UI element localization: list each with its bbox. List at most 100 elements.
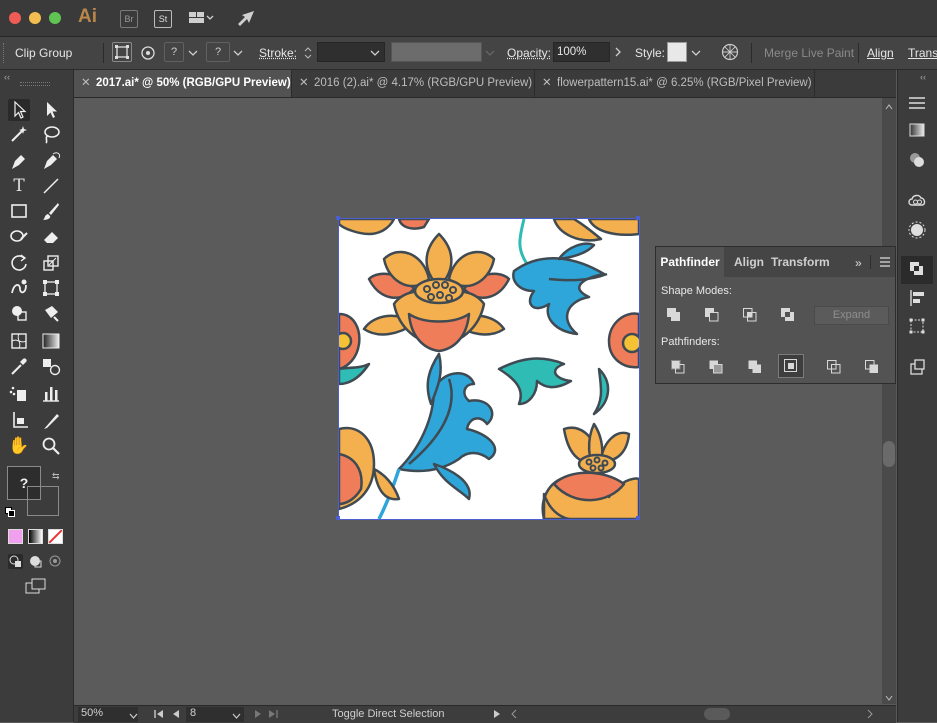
direct-selection-tool-icon[interactable] [40, 99, 62, 121]
export-asset-icon[interactable] [907, 358, 927, 378]
artboard-pattern[interactable] [339, 219, 639, 519]
fill-dropdown-icon[interactable] [188, 48, 198, 60]
hand-icon[interactable]: ✋ [8, 435, 30, 457]
slice-icon[interactable] [40, 410, 62, 432]
merge-live-paint-button[interactable]: Merge Live Paint [764, 46, 854, 60]
opacity-field[interactable]: 100% [553, 42, 610, 62]
tab-flowerpattern15[interactable]: ✕ flowerpattern15.ai* @ 6.25% (RGB/Pixel… [535, 70, 815, 97]
transparency-icon[interactable] [907, 151, 927, 171]
status-menu-icon[interactable] [493, 709, 501, 722]
artboard-dropdown-icon[interactable] [232, 711, 241, 723]
magic-wand-icon[interactable] [8, 123, 30, 145]
gradient-panel-icon[interactable] [907, 122, 927, 142]
previous-artboard-icon[interactable] [172, 709, 180, 722]
panel-grip[interactable] [20, 82, 50, 86]
color-mode-button[interactable] [8, 529, 23, 544]
align-icon[interactable] [907, 289, 927, 309]
free-transform-icon[interactable] [40, 277, 62, 299]
profile-dropdown-icon[interactable] [485, 48, 495, 60]
paintbrush-icon[interactable] [40, 200, 62, 222]
stroke-swatch-unknown-icon[interactable]: ? [206, 42, 230, 62]
outline-icon[interactable] [825, 358, 843, 376]
pathfinder-dock-button[interactable] [901, 256, 933, 284]
scroll-down-icon[interactable] [885, 692, 893, 704]
artboard-icon[interactable] [8, 410, 30, 432]
tab-align[interactable]: Align [734, 247, 764, 277]
stroke-color-dropdown-icon[interactable] [233, 48, 243, 60]
scroll-left-icon[interactable] [511, 709, 517, 722]
panel-menu-icon[interactable] [879, 257, 891, 270]
trim-icon[interactable] [707, 358, 725, 376]
zoom-icon[interactable] [40, 435, 62, 457]
draw-normal-icon[interactable] [8, 554, 23, 569]
expand-button[interactable]: Expand [814, 306, 889, 325]
appearance-icon[interactable] [907, 221, 927, 241]
warp-icon[interactable] [8, 277, 30, 299]
minimize-window-button[interactable] [29, 12, 41, 24]
live-paint-icon[interactable] [40, 302, 62, 324]
selection-tool-icon[interactable] [8, 99, 30, 121]
expand-panels-icon[interactable]: ‹‹ [920, 72, 926, 82]
recolor-artwork-icon[interactable] [721, 43, 739, 61]
divide-icon[interactable] [669, 358, 687, 376]
column-graph-icon[interactable] [40, 382, 62, 404]
eyedropper-icon[interactable] [8, 355, 30, 377]
eraser-icon[interactable] [40, 225, 62, 247]
mesh-icon[interactable] [8, 330, 30, 352]
gpu-performance-icon[interactable] [236, 9, 256, 27]
close-window-button[interactable] [9, 12, 21, 24]
scale-icon[interactable] [40, 252, 62, 274]
transform-panel-link[interactable]: Transf [908, 46, 937, 60]
zoom-window-button[interactable] [49, 12, 61, 24]
properties-icon[interactable] [907, 95, 927, 115]
gradient-icon[interactable] [40, 330, 62, 352]
unite-icon[interactable] [665, 306, 683, 324]
minus-back-icon[interactable] [863, 358, 881, 376]
transform-icon[interactable] [907, 317, 927, 337]
exclude-icon[interactable] [779, 306, 797, 324]
close-tab-icon[interactable]: ✕ [299, 70, 309, 97]
shaper-icon[interactable] [8, 225, 30, 247]
pen-icon[interactable] [8, 150, 30, 172]
control-bar-grip[interactable] [3, 43, 7, 63]
minus-front-icon[interactable] [703, 306, 721, 324]
blend-icon[interactable] [40, 355, 62, 377]
crop-button[interactable] [778, 354, 804, 378]
horizontal-scroll-thumb[interactable] [704, 708, 730, 720]
shape-builder-icon[interactable] [8, 302, 30, 324]
scroll-right-icon[interactable] [867, 709, 873, 722]
close-tab-icon[interactable]: ✕ [81, 70, 91, 97]
tab-pathfinder[interactable]: Pathfinder [656, 247, 724, 277]
fill-swatch-unknown-icon[interactable]: ? [164, 42, 184, 62]
tab-transform[interactable]: Transform [771, 247, 830, 277]
none-mode-button[interactable] [48, 529, 63, 544]
line-icon[interactable] [40, 175, 62, 197]
close-tab-icon[interactable]: ✕ [542, 70, 552, 97]
tab-2016[interactable]: ✕ 2016 (2).ai* @ 4.17% (RGB/GPU Preview) [292, 70, 535, 97]
graphic-style-swatch[interactable] [667, 42, 687, 62]
type-icon[interactable]: T [8, 175, 30, 197]
stroke-weight-dropdown-icon[interactable] [370, 48, 380, 60]
draw-inside-icon[interactable] [48, 554, 63, 569]
next-artboard-icon[interactable] [254, 709, 262, 722]
default-fill-stroke-icon[interactable] [5, 507, 15, 517]
merge-icon[interactable] [746, 358, 764, 376]
edit-clipping-path-icon[interactable] [112, 42, 132, 62]
symbol-sprayer-icon[interactable] [8, 382, 30, 404]
gradient-mode-button[interactable] [28, 529, 43, 544]
zoom-dropdown-icon[interactable] [129, 711, 138, 723]
first-artboard-icon[interactable] [154, 709, 164, 722]
last-artboard-icon[interactable] [268, 709, 278, 722]
rotate-icon[interactable] [8, 252, 30, 274]
rectangle-icon[interactable] [8, 200, 30, 222]
collapse-panel-icon[interactable]: ‹‹ [4, 72, 10, 82]
scroll-up-icon[interactable] [885, 101, 893, 113]
stock-button[interactable]: St [154, 10, 172, 28]
creative-cloud-libraries-icon[interactable] [907, 192, 927, 212]
stroke-label[interactable]: Stroke: [259, 46, 297, 60]
align-panel-link[interactable]: Align [867, 46, 894, 60]
stroke-color-box[interactable] [27, 486, 59, 516]
tab-2017[interactable]: ✕ 2017.ai* @ 50% (RGB/GPU Preview) [74, 70, 292, 97]
variable-width-profile-field[interactable] [391, 42, 482, 62]
draw-behind-icon[interactable] [28, 554, 43, 569]
